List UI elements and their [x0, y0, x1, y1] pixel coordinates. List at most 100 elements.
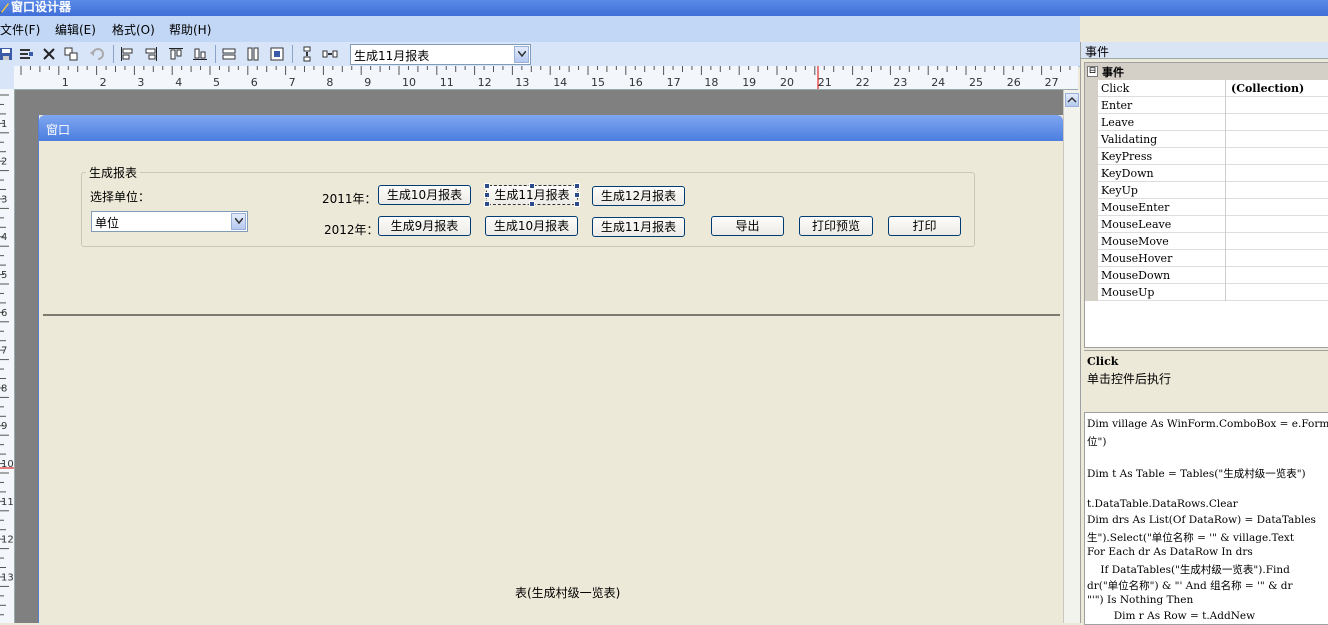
row-gutter: [1085, 131, 1098, 148]
copy-icon[interactable]: [63, 46, 79, 62]
event-row[interactable]: KeyPress: [1085, 148, 1328, 165]
resize-handle[interactable]: [484, 183, 490, 189]
properties-panel: 事件 ⊟ 事件 Click (Collection) Enter Leave Valid…: [1080, 42, 1328, 625]
report-2011-dec-button[interactable]: 生成12月报表: [592, 186, 685, 206]
chevron-down-icon[interactable]: [231, 213, 246, 230]
vertical-spacing-icon[interactable]: [299, 46, 315, 62]
column-divider: [1225, 114, 1226, 131]
ruler-label: 22: [856, 76, 870, 89]
text-format-icon[interactable]: [18, 46, 34, 62]
ruler-label: 18: [704, 76, 718, 89]
designed-form[interactable]: 窗口 生成报表 选择单位： 单位 2011年： 2012年： 生成10月报表 生…: [38, 115, 1063, 625]
align-left-icon[interactable]: [119, 46, 135, 62]
align-bottom-icon[interactable]: [192, 46, 208, 62]
ruler-label: 8: [326, 76, 333, 89]
code-line: dr("单位名称") & "' And 组名称 = '" & dr: [1087, 580, 1293, 592]
resize-handle[interactable]: [484, 201, 490, 207]
ruler-label: 8: [1, 383, 7, 394]
resize-handle[interactable]: [484, 192, 490, 198]
event-row[interactable]: MouseEnter: [1085, 199, 1328, 216]
event-row[interactable]: Leave: [1085, 114, 1328, 131]
ruler-label: 1: [62, 76, 69, 89]
unit-combobox[interactable]: 单位: [91, 211, 248, 232]
form-body: 生成报表 选择单位： 单位 2011年： 2012年： 生成10月报表 生成11…: [41, 141, 1060, 625]
menu-help[interactable]: 帮助(H): [169, 21, 211, 38]
column-divider: [1225, 199, 1226, 216]
report-2011-oct-button[interactable]: 生成10月报表: [378, 185, 471, 205]
ruler-label: 19: [742, 76, 756, 89]
row-gutter: [1085, 216, 1098, 233]
event-row[interactable]: MouseMove: [1085, 233, 1328, 250]
unit-value: 单位: [95, 216, 120, 230]
export-button[interactable]: 导出: [711, 216, 784, 236]
event-row[interactable]: Click (Collection): [1085, 80, 1328, 97]
menu-file[interactable]: 文件(F): [0, 21, 40, 38]
resize-handle[interactable]: [574, 192, 580, 198]
ruler-label: 6: [251, 76, 258, 89]
same-width-icon[interactable]: [221, 46, 237, 62]
menu-edit[interactable]: 编辑(E): [55, 21, 96, 38]
event-name: Click: [1101, 82, 1130, 95]
control-selector-combo[interactable]: 生成11月报表: [350, 44, 531, 65]
ruler-label: 25: [969, 76, 983, 89]
row-gutter: [1085, 182, 1098, 199]
resize-handle[interactable]: [574, 183, 580, 189]
event-name: MouseEnter: [1101, 201, 1170, 214]
scroll-up-button[interactable]: [1065, 93, 1079, 107]
report-2012-oct-button[interactable]: 生成10月报表: [485, 216, 578, 236]
event-row[interactable]: KeyDown: [1085, 165, 1328, 182]
resize-handle[interactable]: [574, 201, 580, 207]
delete-icon[interactable]: [41, 46, 57, 62]
event-row[interactable]: KeyUp: [1085, 182, 1328, 199]
align-top-icon[interactable]: [168, 46, 184, 62]
align-right-icon[interactable]: [143, 46, 159, 62]
same-height-icon[interactable]: [245, 46, 261, 62]
ruler-label: 7: [1, 346, 7, 357]
ruler-label: 15: [591, 76, 605, 89]
code-line: For Each dr As DataRow In drs: [1087, 546, 1253, 558]
resize-handle[interactable]: [529, 201, 535, 207]
event-row[interactable]: MouseDown: [1085, 267, 1328, 284]
column-divider: [1225, 165, 1226, 182]
resize-handle[interactable]: [529, 183, 535, 189]
horizontal-spacing-icon[interactable]: [322, 46, 338, 62]
event-row[interactable]: MouseUp: [1085, 284, 1328, 301]
event-name: MouseLeave: [1101, 218, 1172, 231]
report-2012-nov-button[interactable]: 生成11月报表: [592, 217, 685, 237]
vertical-scrollbar[interactable]: [1063, 90, 1081, 623]
table-control[interactable]: 表(生成村级一览表): [43, 314, 1060, 625]
column-divider: [1225, 182, 1226, 199]
ruler-label: 11: [1, 497, 14, 508]
row-gutter: [1085, 114, 1098, 131]
column-divider: [1225, 284, 1226, 301]
same-size-icon[interactable]: [269, 46, 285, 62]
panel-title: 事件: [1085, 45, 1110, 59]
event-grid[interactable]: ⊟ 事件 Click (Collection) Enter Leave Validati…: [1084, 62, 1328, 348]
event-row[interactable]: MouseLeave: [1085, 216, 1328, 233]
print-preview-button[interactable]: 打印预览: [799, 216, 873, 236]
code-editor[interactable]: Dim village As WinForm.ComboBox = e.Form…: [1084, 412, 1328, 625]
chevron-down-icon[interactable]: [514, 46, 529, 63]
event-name: KeyUp: [1101, 184, 1138, 197]
event-value[interactable]: (Collection): [1231, 82, 1304, 95]
undo-icon[interactable]: [89, 46, 105, 62]
print-button[interactable]: 打印: [888, 216, 961, 236]
menu-format[interactable]: 格式(O): [112, 21, 155, 38]
panel-title-bar: 事件: [1081, 42, 1328, 59]
code-line: If DataTables("生成村级一览表").Find: [1087, 564, 1290, 576]
collapse-icon[interactable]: ⊟: [1087, 66, 1098, 77]
ruler-label: 12: [478, 76, 492, 89]
vertical-ruler: 1 2 3 4 5 6 7 8 9 10 11 12 13: [0, 89, 15, 623]
code-line: t.DataTable.DataRows.Clear: [1087, 498, 1238, 510]
event-row[interactable]: Validating: [1085, 131, 1328, 148]
code-line: Dim r As Row = t.AddNew: [1087, 610, 1256, 622]
save-icon[interactable]: [0, 46, 14, 62]
event-category[interactable]: ⊟ 事件: [1085, 63, 1328, 80]
event-name: KeyDown: [1101, 167, 1154, 180]
window-title: 窗口设计器: [11, 0, 72, 14]
event-row[interactable]: Enter: [1085, 97, 1328, 114]
row-gutter: [1085, 97, 1098, 114]
year-2011-label: 2011年：: [322, 192, 377, 206]
event-row[interactable]: MouseHover: [1085, 250, 1328, 267]
report-2012-sep-button[interactable]: 生成9月报表: [378, 216, 471, 236]
